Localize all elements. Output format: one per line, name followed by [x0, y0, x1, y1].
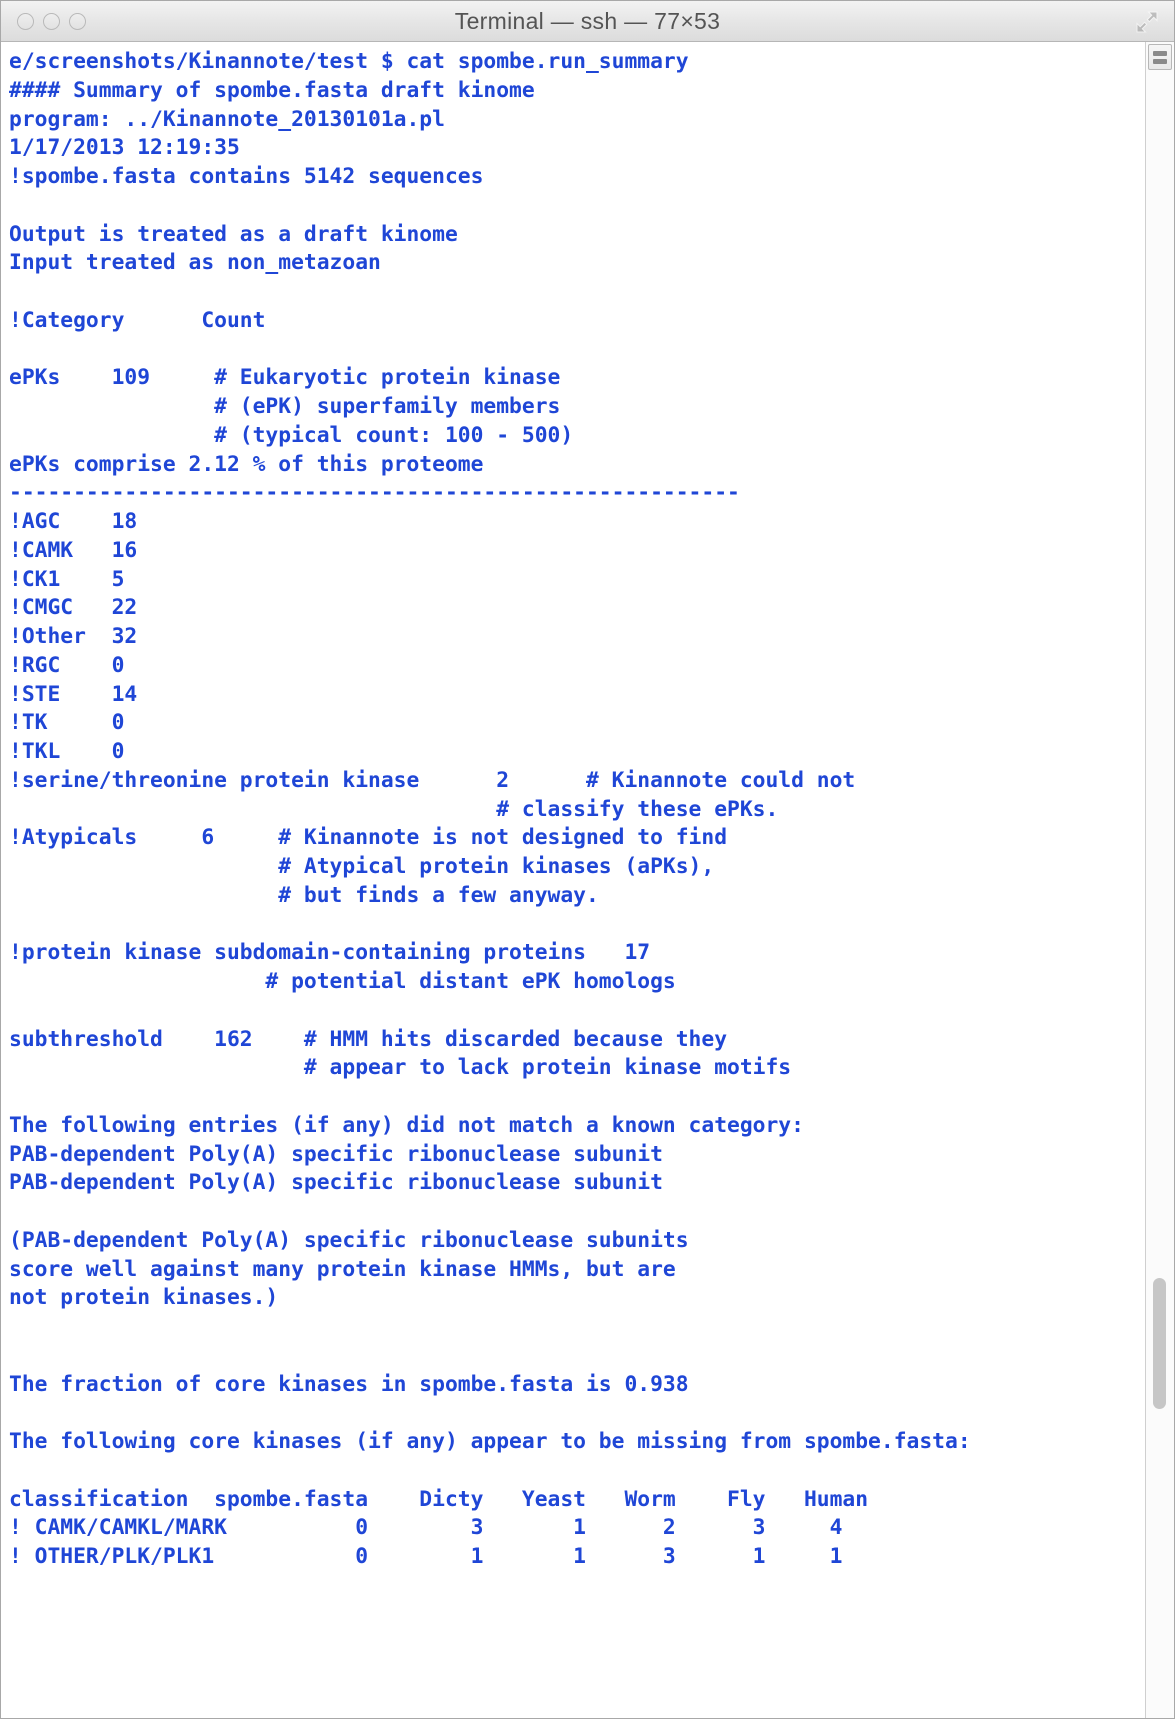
fullscreen-expand-icon[interactable] [1134, 9, 1160, 35]
window-title: Terminal — ssh — 77×53 [454, 7, 721, 34]
window-controls [17, 1, 86, 42]
window-body: e/screenshots/Kinannote/test $ cat spomb… [1, 42, 1174, 1718]
terminal-text: e/screenshots/Kinannote/test $ cat spomb… [9, 49, 971, 1569]
scrollbar-thumb[interactable] [1153, 1277, 1166, 1409]
minimize-button[interactable] [43, 13, 60, 30]
terminal-window: Terminal — ssh — 77×53 e/screenshots/Kin… [0, 0, 1175, 1719]
window-titlebar[interactable]: Terminal — ssh — 77×53 [1, 1, 1174, 42]
zoom-button[interactable] [69, 13, 86, 30]
terminal-output-area[interactable]: e/screenshots/Kinannote/test $ cat spomb… [1, 42, 1145, 1718]
scroll-lines-icon[interactable] [1148, 44, 1172, 70]
vertical-scrollbar[interactable] [1145, 42, 1174, 1718]
close-button[interactable] [17, 13, 34, 30]
